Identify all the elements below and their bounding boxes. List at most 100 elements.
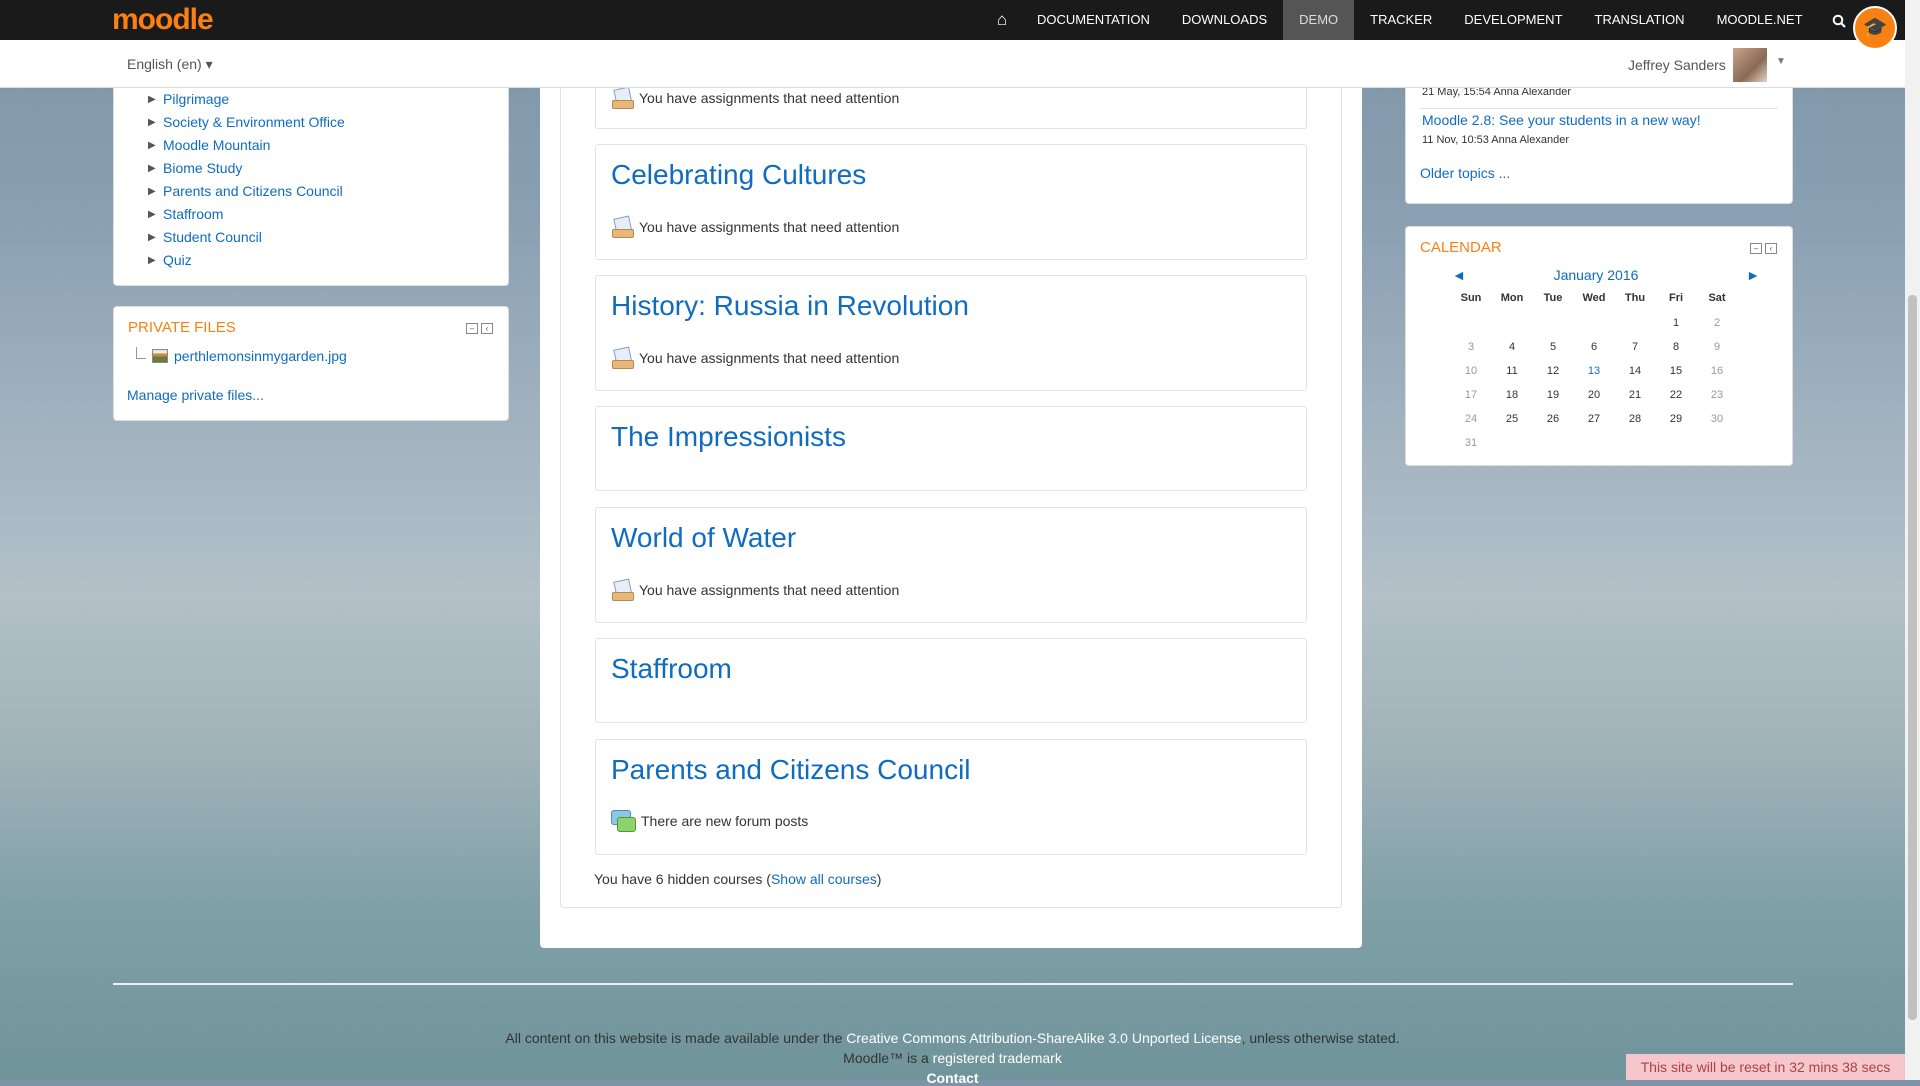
calendar-month-link[interactable]: January 2016 bbox=[1438, 267, 1754, 283]
collapse-icon[interactable]: – bbox=[466, 323, 478, 334]
trademark-link[interactable]: registered trademark bbox=[933, 1050, 1062, 1066]
dock-icon[interactable]: ‹ bbox=[481, 323, 493, 334]
nav-documentation[interactable]: DOCUMENTATION bbox=[1021, 0, 1166, 40]
calendar-day[interactable]: 12 bbox=[1536, 359, 1570, 383]
calendar-day[interactable]: 18 bbox=[1495, 383, 1529, 407]
nav-tree-link[interactable]: Student Council bbox=[163, 229, 262, 245]
calendar-day[interactable]: 8 bbox=[1659, 335, 1693, 359]
triangle-right-icon[interactable]: ▶ bbox=[148, 203, 156, 226]
course-title-link[interactable]: History: Russia in Revolution bbox=[611, 290, 969, 322]
calendar-day[interactable]: 1 bbox=[1659, 311, 1693, 335]
calendar-day[interactable]: 10 bbox=[1454, 359, 1488, 383]
license-link[interactable]: Creative Commons Attribution-ShareAlike … bbox=[846, 1030, 1241, 1046]
calendar-day[interactable]: 20 bbox=[1577, 383, 1611, 407]
calendar-day[interactable]: 9 bbox=[1700, 335, 1734, 359]
nav-translation[interactable]: TRANSLATION bbox=[1579, 0, 1701, 40]
nav-tree-item[interactable]: ▶ Parents and Citizens Council bbox=[148, 180, 345, 203]
calendar-day[interactable]: 30 bbox=[1700, 407, 1734, 431]
calendar-day[interactable]: 2 bbox=[1700, 311, 1734, 335]
moodle-logo[interactable]: moodle bbox=[112, 5, 214, 35]
calendar-day[interactable]: 28 bbox=[1618, 407, 1652, 431]
nav-development[interactable]: DEVELOPMENT bbox=[1448, 0, 1578, 40]
triangle-right-icon[interactable]: ▶ bbox=[148, 88, 156, 111]
contact-link[interactable]: Contact bbox=[926, 1070, 978, 1086]
calendar-day[interactable]: 26 bbox=[1536, 407, 1570, 431]
language-menu[interactable]: English (en) ▾ bbox=[127, 56, 213, 73]
nav-tree-item[interactable]: ▶ Pilgrimage bbox=[148, 88, 345, 111]
nav-tree-link[interactable]: Parents and Citizens Council bbox=[163, 183, 343, 199]
triangle-right-icon[interactable]: ▶ bbox=[148, 134, 156, 157]
calendar-day-header: Fri bbox=[1668, 292, 1684, 304]
manage-private-files-link[interactable]: Manage private files... bbox=[127, 387, 264, 403]
triangle-right-icon[interactable]: ▶ bbox=[148, 226, 156, 249]
calendar-day[interactable]: 27 bbox=[1577, 407, 1611, 431]
course-title-link[interactable]: World of Water bbox=[611, 522, 796, 554]
news-item-link[interactable]: Moodle 2.8: See your students in a new w… bbox=[1422, 112, 1701, 128]
show-all-courses-link[interactable]: Show all courses bbox=[771, 871, 877, 887]
triangle-right-icon[interactable]: ▶ bbox=[148, 111, 156, 134]
nav-tree-link[interactable]: Staffroom bbox=[163, 206, 223, 222]
calendar-day[interactable]: 24 bbox=[1454, 407, 1488, 431]
triangle-right-icon[interactable]: ▶ bbox=[148, 249, 156, 272]
nav-tree-link[interactable]: Moodle Mountain bbox=[163, 137, 270, 153]
nav-tree-link[interactable]: Biome Study bbox=[163, 160, 242, 176]
nav-tree-item[interactable]: ▶ Biome Study bbox=[148, 157, 345, 180]
calendar-day[interactable]: 16 bbox=[1700, 359, 1734, 383]
calendar-day[interactable]: 15 bbox=[1659, 359, 1693, 383]
course-notice: You have assignments that need attention bbox=[611, 217, 900, 238]
nav-moodle-net[interactable]: MOODLE.NET bbox=[1701, 0, 1819, 40]
calendar-day[interactable]: 14 bbox=[1618, 359, 1652, 383]
nav-tree-item[interactable]: ▶ Student Council bbox=[148, 226, 345, 249]
nav-tree-item[interactable]: ▶ Moodle Mountain bbox=[148, 134, 345, 157]
avatar[interactable] bbox=[1733, 48, 1767, 82]
dock-icon[interactable]: ‹ bbox=[1765, 243, 1777, 254]
page-scrollbar[interactable] bbox=[1905, 0, 1920, 1080]
search-icon[interactable] bbox=[1819, 0, 1859, 40]
user-name[interactable]: Jeffrey Sanders bbox=[1628, 57, 1726, 73]
chevron-down-icon[interactable]: ▼ bbox=[1776, 56, 1786, 67]
calendar-day[interactable]: 3 bbox=[1454, 335, 1488, 359]
course-title-link[interactable]: Parents and Citizens Council bbox=[611, 754, 971, 786]
nav-tree-item[interactable]: ▶ Staffroom bbox=[148, 203, 345, 226]
block-title: CALENDAR bbox=[1420, 239, 1502, 256]
calendar-day[interactable]: 19 bbox=[1536, 383, 1570, 407]
graduation-hat-icon[interactable]: 🎓 bbox=[1853, 6, 1897, 50]
calendar-day[interactable]: 13 bbox=[1577, 359, 1611, 383]
calendar-day[interactable]: 25 bbox=[1495, 407, 1529, 431]
calendar-day[interactable]: 31 bbox=[1454, 431, 1488, 455]
calendar-day[interactable]: 5 bbox=[1536, 335, 1570, 359]
calendar-day[interactable]: 4 bbox=[1495, 335, 1529, 359]
course-title-link[interactable]: Staffroom bbox=[611, 653, 732, 685]
nav-tree-item[interactable]: ▶ Quiz bbox=[148, 249, 345, 272]
older-topics-link[interactable]: Older topics ... bbox=[1420, 165, 1510, 181]
nav-tree-link[interactable]: Society & Environment Office bbox=[163, 114, 345, 130]
calendar-day bbox=[1700, 431, 1734, 455]
triangle-right-icon[interactable]: ▶ bbox=[148, 180, 156, 203]
assignment-icon bbox=[611, 88, 634, 109]
scrollbar-thumb[interactable] bbox=[1908, 295, 1917, 1020]
calendar-day[interactable]: 17 bbox=[1454, 383, 1488, 407]
nav-tree-link[interactable]: Quiz bbox=[163, 252, 192, 268]
course-title-link[interactable]: Celebrating Cultures bbox=[611, 159, 866, 191]
next-month-icon[interactable]: ► bbox=[1746, 267, 1760, 283]
file-link[interactable]: perthlemonsinmygarden.jpg bbox=[174, 348, 347, 364]
nav-demo[interactable]: DEMO bbox=[1283, 0, 1355, 40]
nav-tree-link[interactable]: Pilgrimage bbox=[163, 91, 229, 107]
collapse-icon[interactable]: – bbox=[1750, 243, 1762, 254]
course-notice: You have assignments that need attention bbox=[611, 348, 899, 369]
triangle-right-icon[interactable]: ▶ bbox=[148, 157, 156, 180]
calendar-day[interactable]: 11 bbox=[1495, 359, 1529, 383]
notice-text: You have assignments that need attention bbox=[639, 219, 900, 235]
nav-tree-item[interactable]: ▶ Society & Environment Office bbox=[148, 111, 345, 134]
nav-downloads[interactable]: DOWNLOADS bbox=[1166, 0, 1283, 40]
calendar-day[interactable]: 21 bbox=[1618, 383, 1652, 407]
course-title-link[interactable]: The Impressionists bbox=[611, 421, 846, 453]
calendar-day[interactable]: 22 bbox=[1659, 383, 1693, 407]
home-icon[interactable]: ⌂ bbox=[983, 0, 1021, 40]
calendar-day[interactable]: 23 bbox=[1700, 383, 1734, 407]
calendar-day[interactable]: 6 bbox=[1577, 335, 1611, 359]
tree-line bbox=[136, 347, 146, 359]
nav-tracker[interactable]: TRACKER bbox=[1354, 0, 1448, 40]
calendar-day[interactable]: 7 bbox=[1618, 335, 1652, 359]
calendar-day[interactable]: 29 bbox=[1659, 407, 1693, 431]
